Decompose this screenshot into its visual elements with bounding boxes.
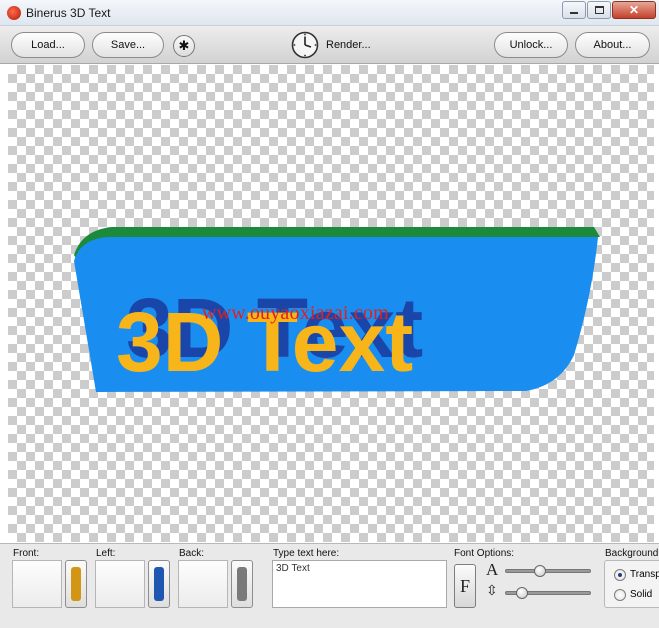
star-icon[interactable]: ✱	[173, 35, 195, 57]
transparent-radio[interactable]	[614, 569, 626, 581]
font-options-label: Font Options:	[454, 548, 515, 559]
front-color-bar	[71, 567, 81, 601]
maximize-icon	[594, 6, 604, 14]
front-texture-swatch[interactable]	[12, 560, 62, 608]
watermark-text: www.ouyaoxiazai.com	[202, 302, 389, 324]
toolbar: Load... Save... ✱ Render... Unlock... Ab…	[0, 26, 659, 64]
text-input[interactable]: 3D Text	[272, 560, 447, 608]
font-size-slider[interactable]	[505, 565, 591, 577]
about-button[interactable]: About...	[575, 32, 650, 58]
preview-canvas[interactable]: 3D Text 3D Text www.ouyaoxiazai.com	[8, 65, 654, 542]
type-text-label: Type text here:	[273, 548, 340, 559]
background-label: Background	[605, 548, 659, 559]
depth-icon: ⇳	[486, 582, 498, 598]
title-bar: Binerus 3D Text ✕	[0, 0, 659, 26]
close-icon: ✕	[628, 3, 640, 17]
solid-radio[interactable]	[614, 589, 626, 601]
close-button[interactable]: ✕	[612, 1, 656, 19]
control-panel: Front: Left: Back: Type text here: 3D Te…	[0, 543, 659, 628]
back-label: Back:	[179, 548, 205, 559]
back-color-button[interactable]	[231, 560, 253, 608]
left-color-bar	[154, 567, 164, 601]
back-texture-swatch[interactable]	[178, 560, 228, 608]
depth-slider[interactable]	[505, 587, 591, 599]
render-button[interactable]: Render...	[290, 30, 371, 60]
back-color-bar	[237, 567, 247, 601]
depth-slider-thumb[interactable]	[516, 587, 528, 599]
transparent-option-label: Transparent	[630, 569, 659, 580]
load-button[interactable]: Load...	[11, 32, 85, 58]
save-button[interactable]: Save...	[92, 32, 164, 58]
solid-option-label: Solid	[630, 589, 653, 600]
left-texture-swatch[interactable]	[95, 560, 145, 608]
left-label: Left:	[96, 548, 116, 559]
clock-icon	[291, 31, 319, 59]
window-title: Binerus 3D Text	[26, 6, 111, 20]
render-label: Render...	[326, 39, 371, 51]
front-label: Front:	[13, 548, 40, 559]
front-color-button[interactable]	[65, 560, 87, 608]
font-size-slider-thumb[interactable]	[534, 565, 546, 577]
minimize-icon	[570, 12, 578, 14]
font-button[interactable]: F	[454, 564, 476, 608]
unlock-button[interactable]: Unlock...	[494, 32, 568, 58]
minimize-button[interactable]	[562, 1, 586, 19]
maximize-button[interactable]	[587, 1, 611, 19]
background-options: Transparent Solid	[604, 560, 659, 608]
app-logo-icon	[7, 6, 21, 20]
left-color-button[interactable]	[148, 560, 170, 608]
font-size-icon: A	[486, 560, 499, 579]
